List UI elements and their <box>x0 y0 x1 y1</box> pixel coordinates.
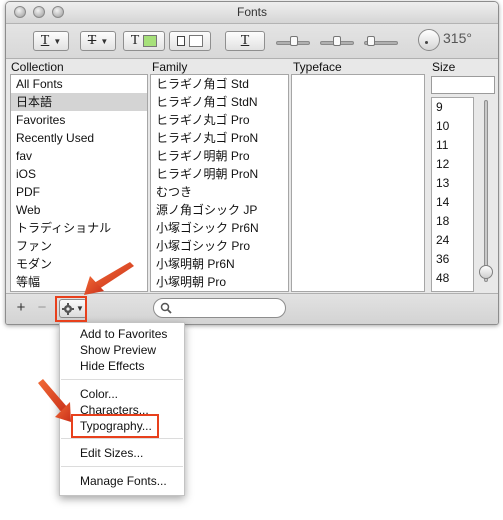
annotation-arrows <box>38 262 134 422</box>
arrow-to-typography <box>38 379 71 422</box>
arrow-to-action-button <box>84 262 134 295</box>
